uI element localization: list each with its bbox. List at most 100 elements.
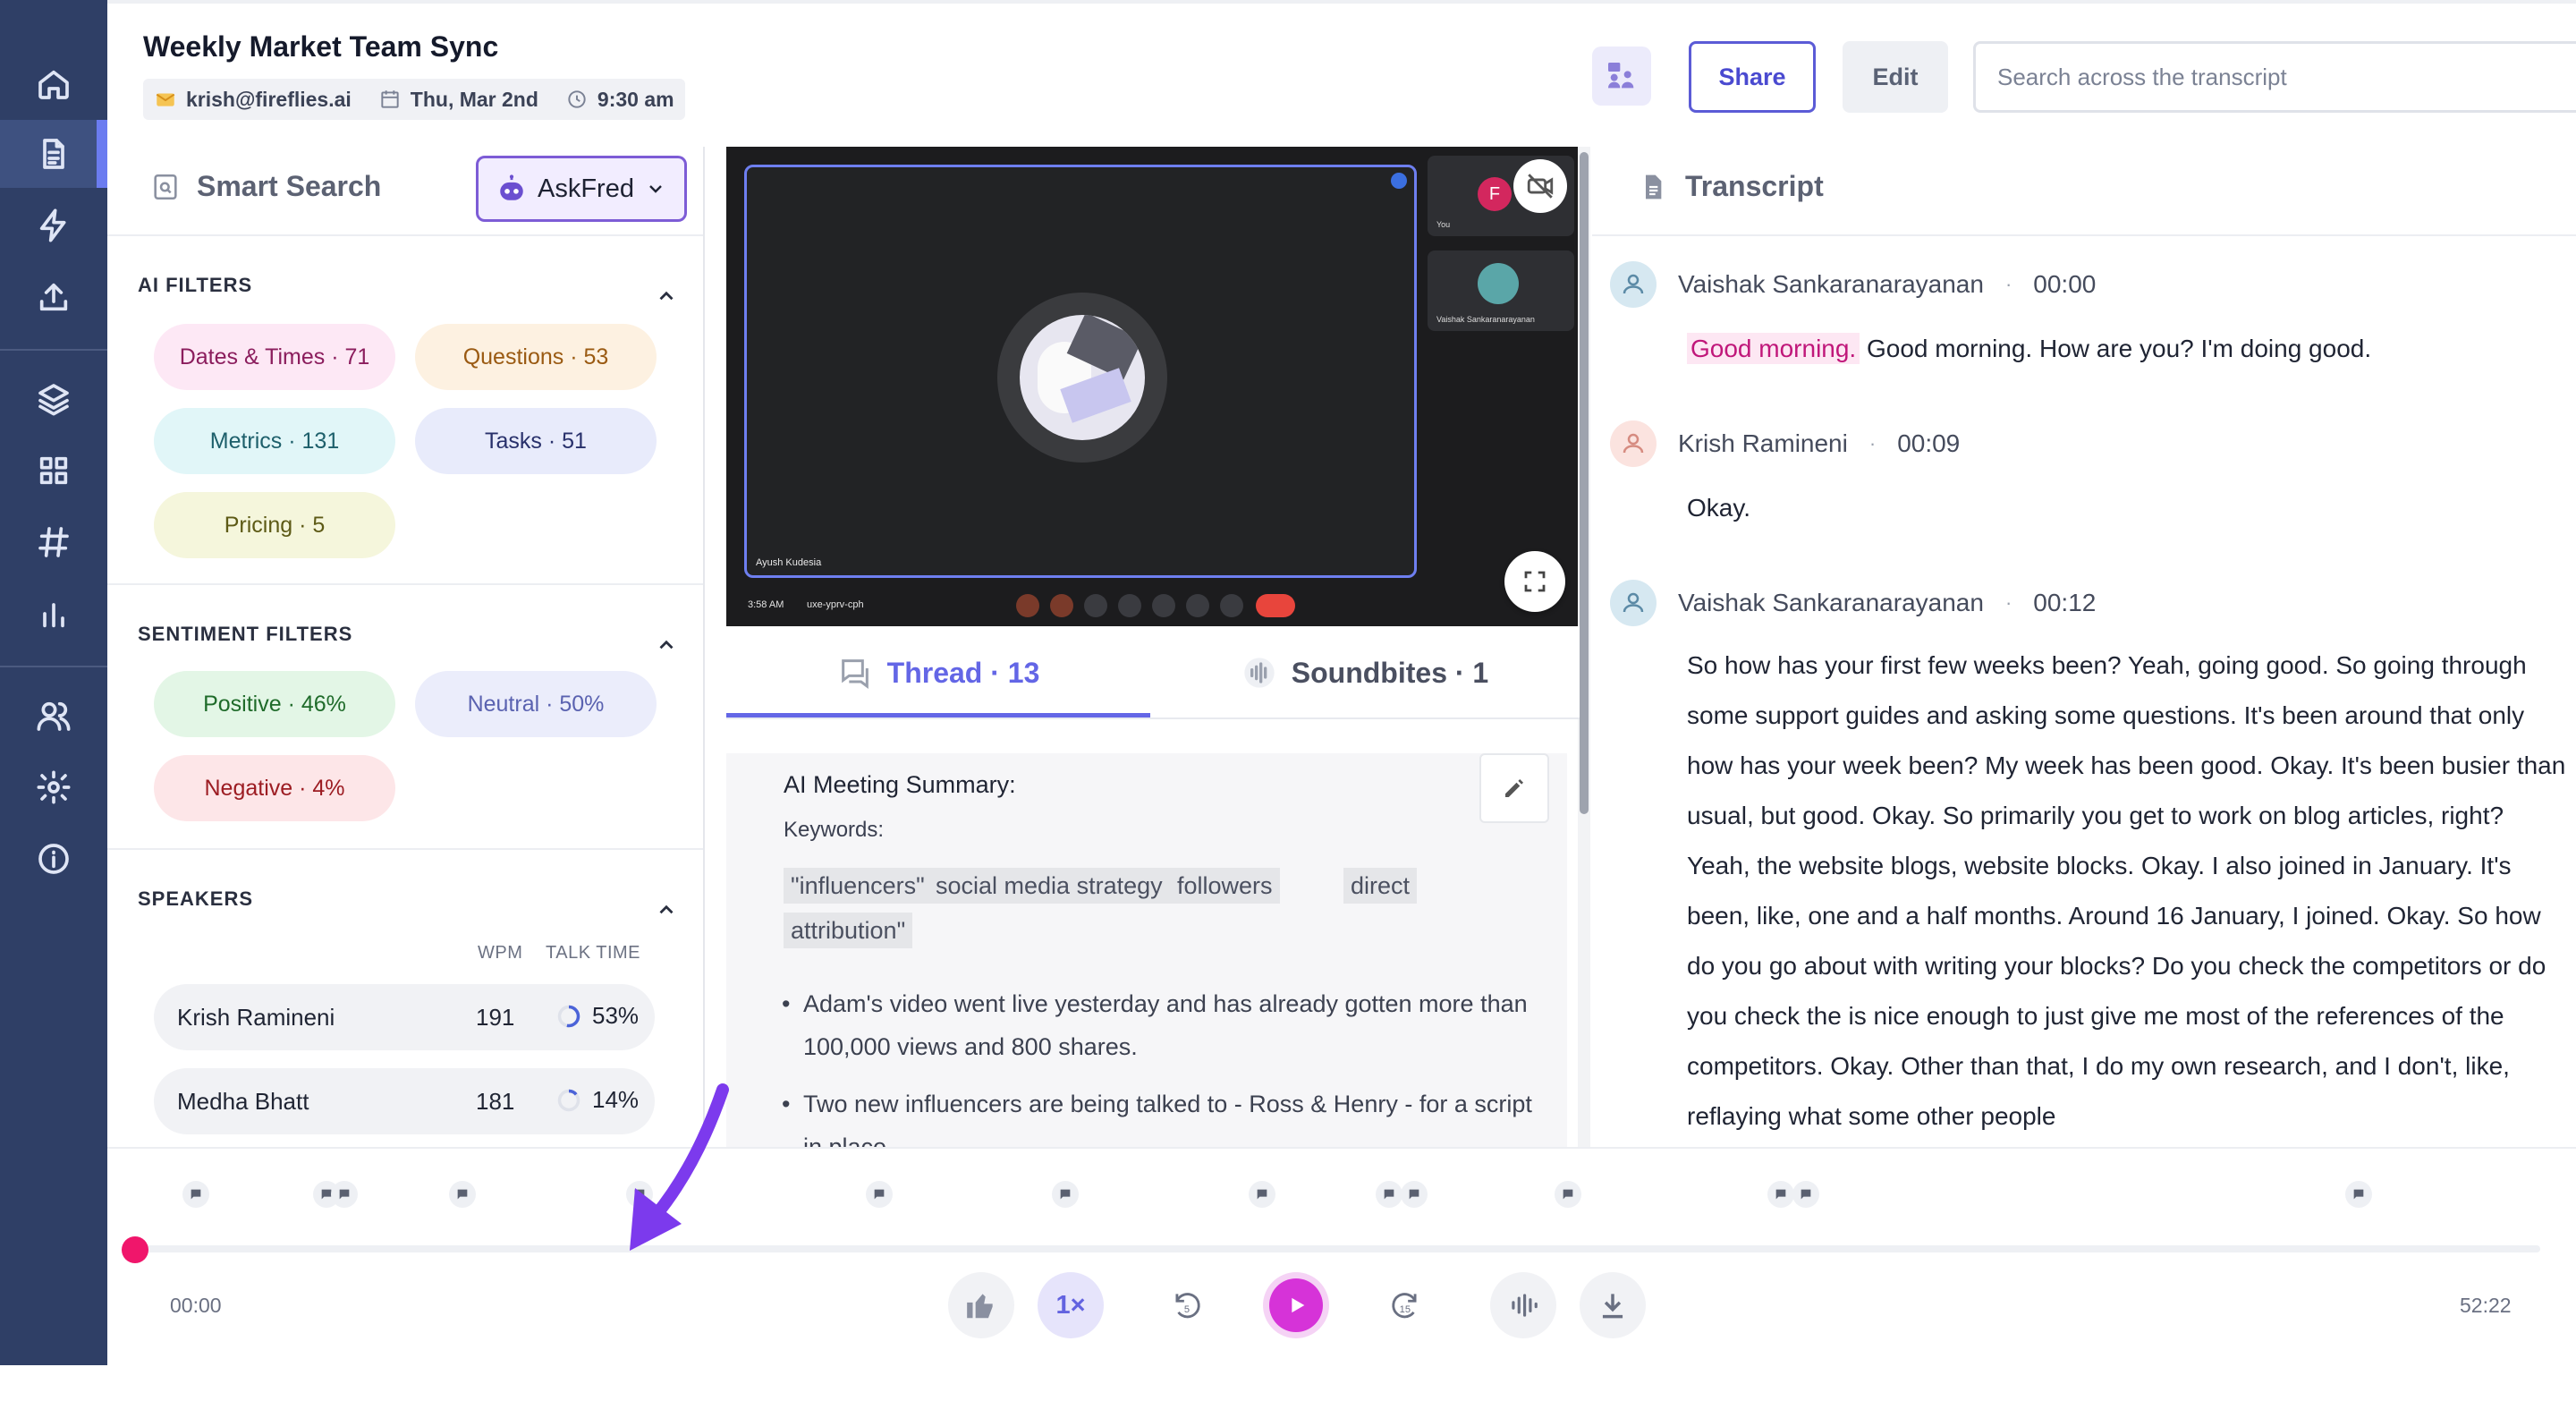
talk-time-ring-icon <box>557 1005 580 1027</box>
captions-icon[interactable] <box>1084 594 1107 617</box>
comment-marker-icon[interactable] <box>331 1181 358 1208</box>
transcript-panel: Transcript Vaishak Sankaranarayanan · 00… <box>1592 147 2576 1147</box>
speaker-row[interactable]: Medha Bhatt 181 14% <box>154 1068 655 1134</box>
collapse-speakers-icon[interactable] <box>655 898 678 921</box>
comment-marker-icon[interactable] <box>1052 1181 1079 1208</box>
comment-marker-icon[interactable] <box>182 1181 209 1208</box>
playhead-handle[interactable] <box>122 1236 148 1263</box>
askfred-button[interactable]: AskFred <box>476 156 687 222</box>
comment-marker-icon[interactable] <box>1792 1181 1819 1208</box>
participant-avatar <box>997 293 1167 463</box>
speaker-timestamp[interactable]: 00:12 <box>2033 589 2096 617</box>
ai-filter-pill[interactable]: Dates & Times · 71 <box>154 324 395 390</box>
reaction-button[interactable] <box>948 1272 1014 1338</box>
meeting-video-player[interactable]: Ayush Kudesia F You Vaishak Sankaranaray… <box>726 147 1580 626</box>
robot-icon <box>500 174 523 200</box>
bolt-icon[interactable] <box>0 191 107 259</box>
comment-marker-icon[interactable] <box>1376 1181 1402 1208</box>
soundwave-icon <box>1512 1294 1538 1317</box>
collapse-ai-filters-icon[interactable] <box>655 284 678 308</box>
participant-initial-avatar: F <box>1478 177 1512 211</box>
camera-off-icon[interactable] <box>1513 159 1567 213</box>
speaker-row[interactable]: Krish Ramineni 191 53% <box>154 984 655 1050</box>
meeting-title: Weekly Market Team Sync <box>143 30 499 63</box>
sentiment-filter-pill[interactable]: Neutral · 50% <box>415 671 657 737</box>
fullscreen-button[interactable] <box>1504 551 1565 612</box>
settings-icon[interactable] <box>0 753 107 821</box>
middle-scroll-thumb[interactable] <box>1580 152 1589 814</box>
mic-icon[interactable] <box>1016 594 1039 617</box>
comment-marker-icon[interactable] <box>1401 1181 1428 1208</box>
transcript-header: Transcript <box>1592 147 2576 236</box>
edit-summary-button[interactable] <box>1479 753 1549 823</box>
upload-icon[interactable] <box>0 263 107 331</box>
speaker-avatar-icon <box>1610 420 1657 467</box>
layers-icon[interactable] <box>0 365 107 433</box>
video-call-controls: 3:58 AM uxe-yprv-cph <box>726 585 1580 626</box>
tab-soundbites[interactable]: Soundbites · 1 <box>1150 626 1580 719</box>
transcript-search-input[interactable] <box>1997 63 2576 91</box>
meeting-owner: krish@fireflies.ai <box>154 88 352 112</box>
section-divider <box>107 848 703 850</box>
present-icon[interactable] <box>1186 594 1209 617</box>
download-button[interactable] <box>1580 1272 1646 1338</box>
keyword-chip[interactable]: attribution" <box>784 913 913 948</box>
transcript-speaker-row[interactable]: Vaishak Sankaranarayanan · 00:00 <box>1610 261 2096 308</box>
tab-thread-label: Thread · 13 <box>886 656 1040 689</box>
envelope-icon <box>156 93 175 106</box>
camera-icon[interactable] <box>1050 594 1073 617</box>
keyword-chip[interactable]: social media strategy <box>928 868 1170 904</box>
info-icon[interactable] <box>0 825 107 893</box>
sentiment-filter-pill[interactable]: Positive · 46% <box>154 671 395 737</box>
speaker-name: Vaishak Sankaranarayanan <box>1678 589 1984 616</box>
soundbite-button[interactable] <box>1490 1272 1556 1338</box>
highlighted-phrase[interactable]: Good morning. <box>1687 333 1860 364</box>
ai-filter-pill[interactable]: Metrics · 131 <box>154 408 395 474</box>
emoji-icon[interactable] <box>1152 594 1175 617</box>
comment-marker-icon[interactable] <box>1249 1181 1275 1208</box>
transcript-speaker-row[interactable]: Vaishak Sankaranarayanan · 00:12 <box>1610 580 2096 626</box>
share-button[interactable]: Share <box>1689 41 1816 113</box>
ai-filter-pill[interactable]: Tasks · 51 <box>415 408 657 474</box>
transcript-speaker-row[interactable]: Krish Ramineni · 00:09 <box>1610 420 1960 467</box>
raise-hand-icon[interactable] <box>1118 594 1141 617</box>
keyword-chip[interactable]: "influencers" <box>784 868 932 904</box>
speaker-timestamp[interactable]: 00:09 <box>1897 429 1960 458</box>
smart-search-icon <box>154 174 177 200</box>
chevron-down-icon <box>649 185 662 193</box>
ai-filter-pill[interactable]: Questions · 53 <box>415 324 657 390</box>
playback-speed-button[interactable]: 1× <box>1038 1272 1104 1338</box>
playback-track[interactable] <box>125 1245 2540 1252</box>
main-participant-name: Ayush Kudesia <box>756 557 822 568</box>
more-icon[interactable] <box>1220 594 1243 617</box>
keyword-chip[interactable]: direct <box>1343 868 1418 904</box>
forward-button[interactable]: 15 <box>1372 1272 1438 1338</box>
rewind-button[interactable]: 5 <box>1154 1272 1220 1338</box>
comment-marker-icon[interactable] <box>866 1181 893 1208</box>
attendees-button[interactable] <box>1592 47 1651 106</box>
apps-icon[interactable] <box>0 437 107 505</box>
participant-photo <box>1478 263 1519 304</box>
speaker-timestamp[interactable]: 00:00 <box>2033 270 2096 299</box>
speaker-avatar-icon <box>1610 580 1657 626</box>
sentiment-filter-pill[interactable]: Negative · 4% <box>154 755 395 821</box>
keyword-chip[interactable]: followers <box>1170 868 1280 904</box>
comment-marker-icon[interactable] <box>449 1181 476 1208</box>
team-icon[interactable] <box>0 682 107 750</box>
play-button[interactable] <box>1263 1272 1329 1338</box>
ai-filter-pill[interactable]: Pricing · 5 <box>154 492 395 558</box>
notes-icon[interactable] <box>0 120 107 188</box>
transcript-search[interactable] <box>1973 41 2576 113</box>
comment-marker-icon[interactable] <box>1767 1181 1794 1208</box>
rail-divider <box>0 666 107 667</box>
comment-marker-icon[interactable] <box>1555 1181 1581 1208</box>
collapse-sentiment-icon[interactable] <box>655 633 678 657</box>
hang-up-icon[interactable] <box>1256 594 1295 617</box>
transcript-text: Okay. <box>1687 494 1751 522</box>
hashtag-icon[interactable] <box>0 508 107 576</box>
edit-button[interactable]: Edit <box>1843 41 1948 113</box>
home-icon[interactable] <box>0 50 107 118</box>
comment-marker-icon[interactable] <box>2345 1181 2372 1208</box>
analytics-icon[interactable] <box>0 580 107 648</box>
tab-thread[interactable]: Thread · 13 <box>726 626 1150 719</box>
